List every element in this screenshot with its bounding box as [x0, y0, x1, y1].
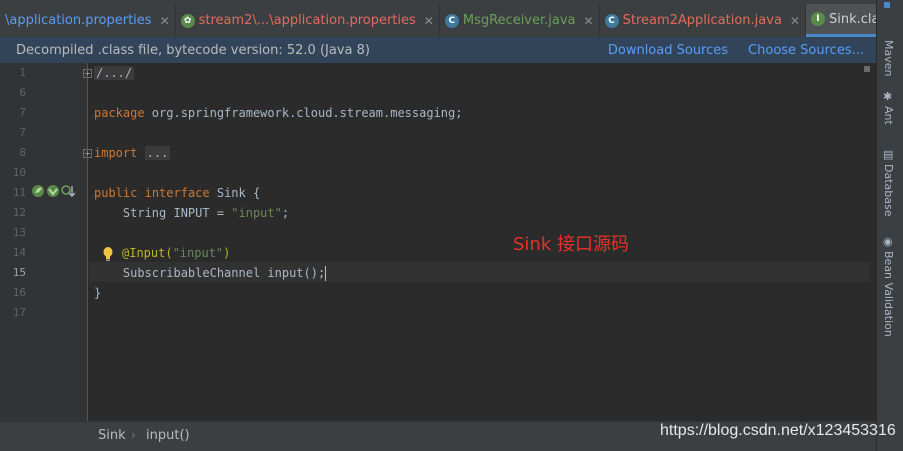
code-line-12: String INPUT = "input"; [94, 203, 289, 223]
tool-label: Ant [882, 106, 895, 125]
tool-label: Bean Validation [882, 251, 895, 337]
tab-application-properties[interactable]: \application.properties ✕ [0, 4, 176, 37]
database-icon: ▤ [883, 148, 894, 161]
decompiled-info-bar: Decompiled .class file, bytecode version… [0, 37, 876, 63]
tool-label: Maven [882, 40, 895, 77]
line-number: 6 [19, 86, 26, 99]
editor-tab-bar: \application.properties ✕ ✿ stream2\...\… [0, 4, 903, 37]
tab-msgreceiver-java[interactable]: C MsgReceiver.java ✕ [440, 4, 600, 37]
breadcrumb-sink[interactable]: Sink [98, 428, 126, 443]
right-tool-bar: Maven ✱ Ant ▤ Database ◉ Bean Validation [876, 0, 903, 451]
scroll-indicator [884, 2, 890, 8]
public-keyword: public [94, 186, 138, 200]
line-number: 13 [12, 226, 26, 239]
package-name: org.springframework.cloud.stream.messagi… [144, 106, 463, 120]
import-keyword: import [94, 146, 138, 160]
line-number: 7 [19, 106, 26, 119]
interface-keyword: interface [144, 186, 210, 200]
tab-label: \application.properties [5, 13, 152, 28]
editor-gutter: 1 6 7 7 8 10 11 12 13 14 15 16 17 [0, 63, 88, 421]
fold-expand-icon[interactable] [83, 149, 92, 158]
tool-label: Database [882, 164, 895, 217]
semicolon: ; [281, 206, 290, 220]
collapsed-header-comment[interactable]: /.../ [94, 66, 135, 80]
line-number: 1 [19, 66, 26, 79]
spring-leaf-icon: ✿ [180, 13, 195, 28]
code-editor[interactable]: /.../ package org.springframework.cloud.… [83, 63, 870, 421]
interface-declaration: Sink { [209, 186, 261, 200]
code-line-1: /.../ [83, 63, 135, 83]
code-line-14: @Input("input") [122, 243, 230, 263]
tab-label: Stream2Application.java [622, 13, 782, 28]
ant-icon: ✱ [883, 90, 893, 103]
tab-stream2-application-properties[interactable]: ✿ stream2\...\application.properties ✕ [176, 4, 440, 37]
code-line-16: } [94, 283, 101, 303]
close-icon[interactable]: ✕ [584, 14, 594, 28]
line-number: 17 [12, 306, 26, 319]
download-sources-link[interactable]: Download Sources [608, 43, 728, 58]
package-keyword: package [94, 106, 145, 120]
decompiled-message: Decompiled .class file, bytecode version… [16, 42, 370, 58]
implemented-by-gutter-icon[interactable] [61, 184, 75, 198]
class-c-icon: C [444, 13, 459, 28]
line-number: 7 [19, 126, 26, 139]
interface-i-icon: I [810, 12, 825, 26]
bean-validation-icon: ◉ [883, 235, 893, 248]
annotation-label: Sink 接口源码 [513, 234, 629, 255]
line-number: 12 [12, 206, 26, 219]
fold-expand-icon[interactable] [83, 69, 92, 78]
spring-bean-gutter-icon[interactable] [31, 184, 45, 198]
input-annotation: @Input( [122, 246, 173, 260]
tab-label: MsgReceiver.java [462, 13, 576, 28]
text-caret [325, 266, 327, 281]
string-literal: "input" [172, 246, 224, 260]
tab-stream2application-java[interactable]: C Stream2Application.java ✕ [600, 4, 806, 37]
close-icon[interactable]: ✕ [424, 14, 434, 28]
collapsed-imports[interactable]: ... [144, 146, 171, 160]
lightbulb-icon[interactable] [103, 246, 113, 262]
line-number: 10 [12, 166, 26, 179]
string-literal: "input" [231, 206, 282, 220]
close-icon[interactable]: ✕ [160, 14, 170, 28]
line-number: 14 [12, 246, 26, 259]
choose-sources-link[interactable]: Choose Sources... [748, 43, 864, 58]
watermark: https://blog.csdn.net/x123453316 [660, 422, 896, 439]
code-line-11: public interface Sink { [94, 183, 260, 203]
line-number: 16 [12, 286, 26, 299]
code-line-6: package org.springframework.cloud.stream… [94, 103, 462, 123]
closing-brace: } [94, 286, 102, 300]
chevron-right-icon: › [131, 428, 136, 442]
code-line-8: import ... [83, 143, 171, 163]
annotation-close: ) [223, 246, 231, 260]
line-number: 11 [12, 186, 26, 199]
spring-inject-gutter-icon[interactable] [46, 184, 60, 198]
line-number-current: 15 [12, 266, 26, 279]
method-declaration: SubscribableChannel input(); [94, 266, 326, 280]
scroll-marker[interactable] [864, 66, 870, 72]
breadcrumb-input-method[interactable]: input() [146, 428, 190, 443]
line-number: 8 [19, 146, 26, 159]
close-icon[interactable]: ✕ [790, 14, 800, 28]
code-line-15: SubscribableChannel input(); [94, 263, 327, 283]
tab-label: stream2\...\application.properties [198, 13, 416, 28]
field-declaration: String INPUT = [94, 206, 232, 220]
spring-class-icon: C [604, 13, 619, 28]
